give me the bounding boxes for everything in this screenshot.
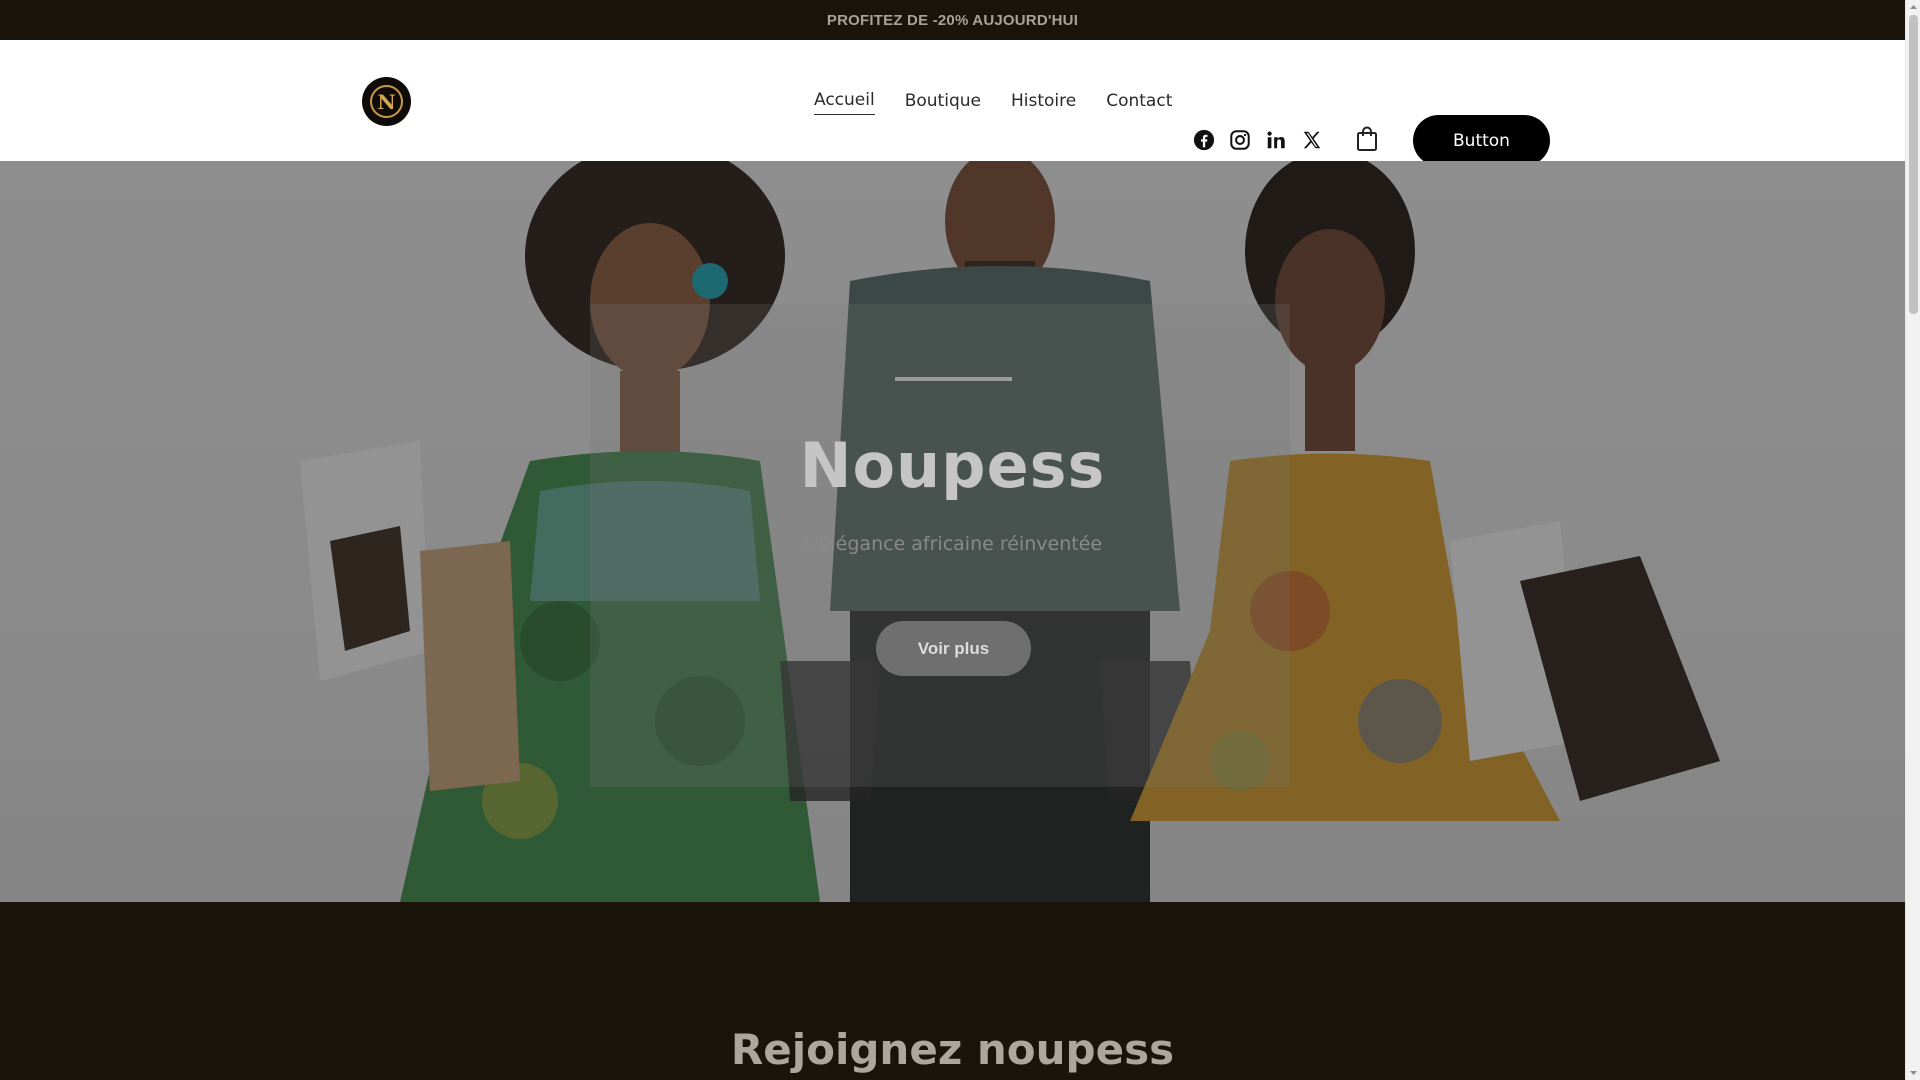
- join-section: Rejoignez noupess: [0, 902, 1905, 1080]
- hero-section: Noupess L'élégance africaine réinventée …: [0, 161, 1905, 902]
- hero-title: Noupess: [799, 429, 1106, 502]
- hero-voir-plus-button[interactable]: Voir plus: [876, 621, 1031, 676]
- header-cta-button[interactable]: Button: [1413, 115, 1550, 166]
- join-title: Rejoignez noupess: [730, 1025, 1175, 1074]
- x-icon[interactable]: [1301, 129, 1323, 151]
- hero-subtitle: L'élégance africaine réinventée: [802, 533, 1103, 555]
- scroll-up-arrow-icon[interactable]: [1909, 3, 1918, 12]
- hero-divider: [895, 377, 1012, 381]
- announcement-bar: PROFITEZ DE -20% AUJOURD'HUI: [0, 0, 1905, 40]
- logo-ring: N: [370, 85, 403, 118]
- nav-accueil[interactable]: Accueil: [814, 86, 875, 115]
- scrollbar-thumb[interactable]: [1909, 15, 1918, 314]
- instagram-icon[interactable]: [1229, 129, 1251, 151]
- vertical-scrollbar[interactable]: [1905, 0, 1920, 1080]
- nav-boutique[interactable]: Boutique: [905, 87, 981, 115]
- main-nav: Accueil Boutique Histoire Contact: [814, 40, 1202, 161]
- nav-histoire[interactable]: Histoire: [1011, 87, 1076, 115]
- site-header: N Accueil Boutique Histoire Contact Butt…: [0, 40, 1905, 166]
- scroll-down-arrow-icon[interactable]: [1909, 1068, 1918, 1077]
- page: PROFITEZ DE -20% AUJOURD'HUI N Accueil B…: [0, 0, 1905, 1080]
- social-links: [1193, 129, 1323, 151]
- brand-logo[interactable]: N: [362, 77, 411, 126]
- linkedin-icon[interactable]: [1265, 129, 1287, 151]
- shopping-bag-icon[interactable]: [1355, 126, 1379, 152]
- nav-contact[interactable]: Contact: [1106, 87, 1172, 115]
- facebook-icon[interactable]: [1193, 129, 1215, 151]
- logo-letter: N: [377, 89, 396, 114]
- announcement-text: PROFITEZ DE -20% AUJOURD'HUI: [826, 11, 1079, 29]
